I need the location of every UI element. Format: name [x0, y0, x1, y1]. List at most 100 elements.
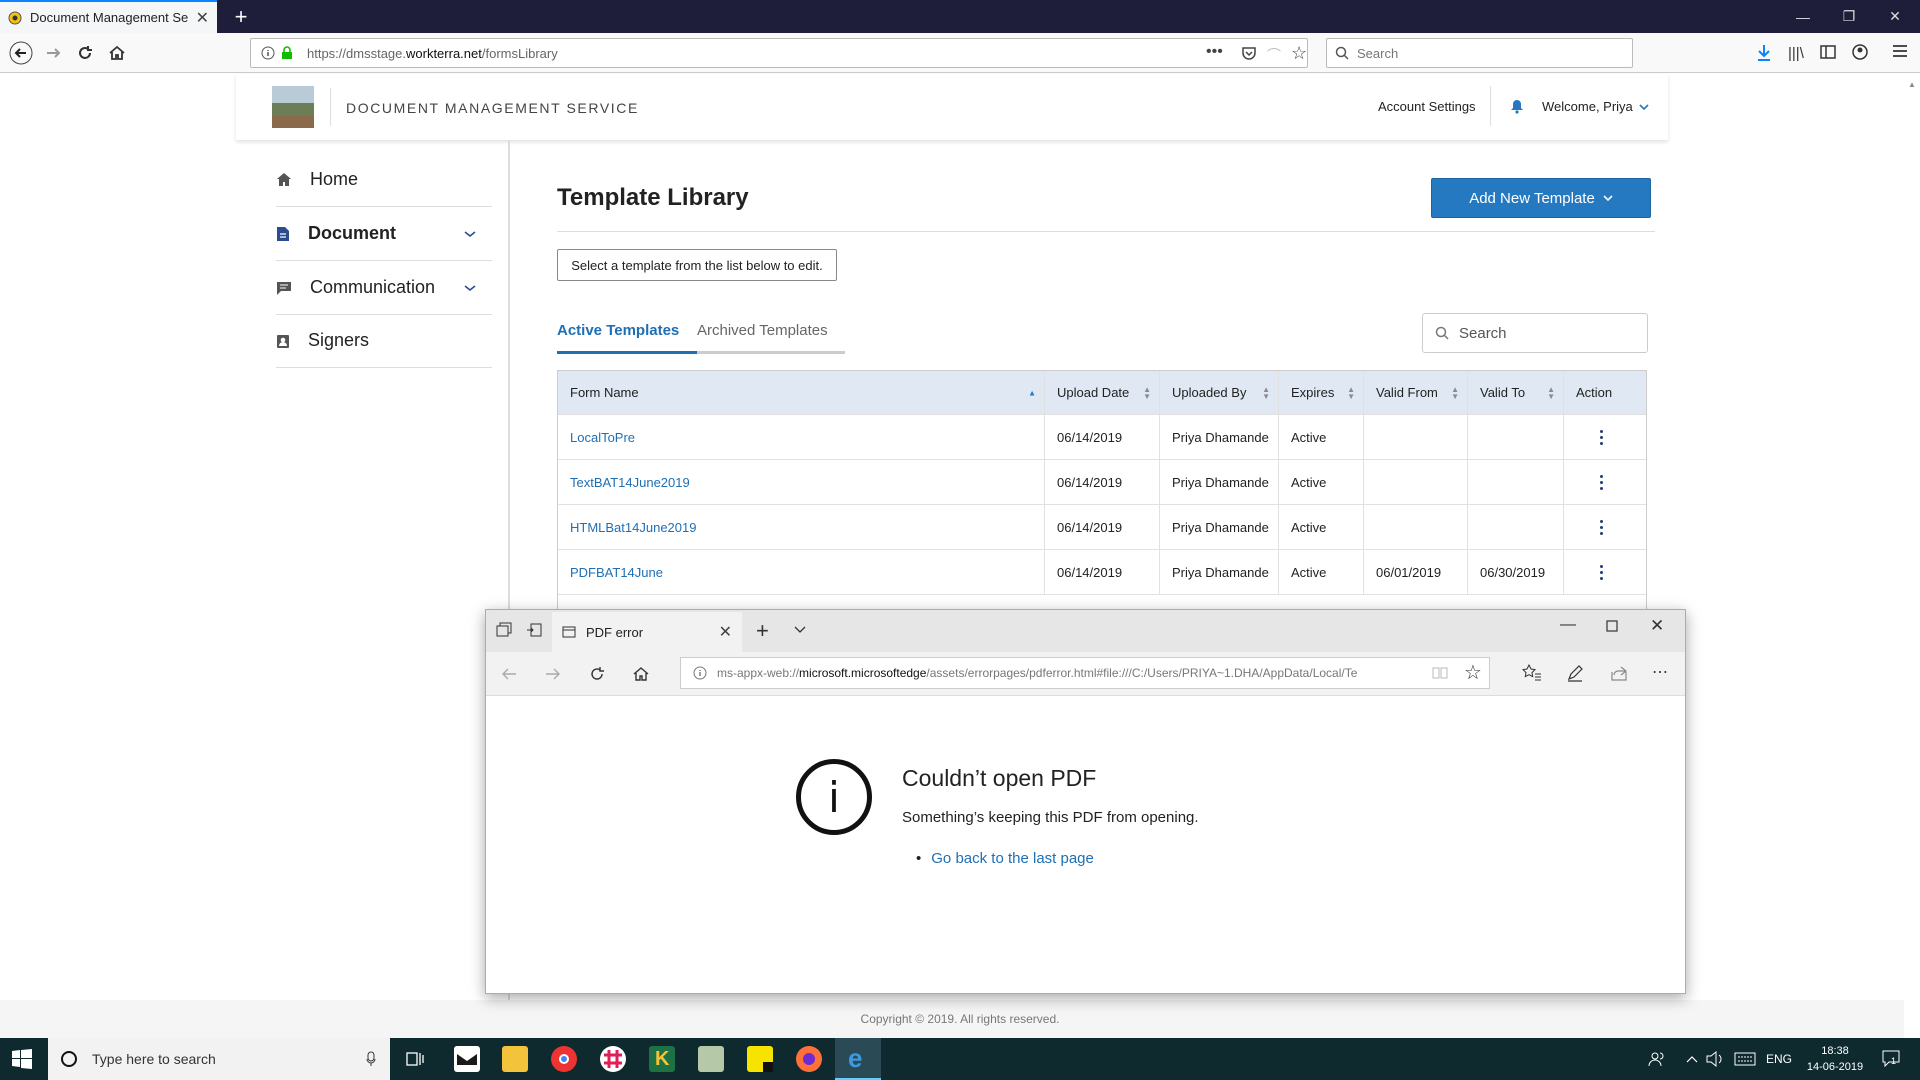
share-icon[interactable]	[1610, 664, 1628, 682]
row-actions-kebab-icon[interactable]	[1600, 429, 1603, 445]
keyboard-icon[interactable]	[1734, 1038, 1756, 1080]
account-settings-link[interactable]: Account Settings	[1378, 99, 1476, 114]
sticky-notes-icon[interactable]	[747, 1046, 773, 1072]
web-note-pen-icon[interactable]	[1566, 664, 1584, 682]
favorite-star-icon[interactable]: ☆	[1464, 660, 1482, 685]
close-tab-icon[interactable]: ✕	[719, 622, 732, 642]
k-app-icon[interactable]: K	[649, 1046, 675, 1072]
url-bar[interactable]: https://dmsstage.workterra.net/formsLibr…	[250, 38, 1308, 68]
set-aside-tabs-icon[interactable]	[496, 622, 512, 638]
favorites-list-icon[interactable]	[1522, 664, 1542, 682]
edge-taskbar-icon[interactable]: e	[835, 1038, 881, 1080]
sort-icon[interactable]: ▲ ▼	[1451, 385, 1459, 400]
col-header-uploaded-by[interactable]: Uploaded By ▲ ▼	[1160, 371, 1279, 414]
microphone-icon[interactable]	[366, 1051, 376, 1067]
edge-back-icon[interactable]	[500, 666, 518, 682]
notification-bell-icon[interactable]	[1510, 99, 1524, 114]
search-icon	[1335, 46, 1349, 60]
close-window-icon[interactable]: ✕	[1872, 0, 1918, 33]
edge-forward-icon[interactable]	[544, 666, 562, 682]
firefox-icon[interactable]	[796, 1046, 822, 1072]
restore-icon[interactable]: ❐	[1826, 0, 1872, 33]
tab-preview-chevron-icon[interactable]	[794, 626, 806, 634]
sort-icon[interactable]: ▲ ▼	[1262, 385, 1270, 400]
mail-app-icon[interactable]	[454, 1046, 480, 1072]
col-header-valid-to[interactable]: Valid To ▲ ▼	[1468, 371, 1564, 414]
reader-icon[interactable]: ⌒	[1267, 45, 1281, 65]
sort-asc-icon[interactable]: ▲	[1028, 389, 1036, 397]
action-center-icon[interactable]: 1	[1882, 1049, 1900, 1067]
go-back-link[interactable]: Go back to the last page	[931, 850, 1094, 867]
form-name-link[interactable]: PDFBAT14June	[570, 565, 663, 580]
bookmark-star-icon[interactable]: ☆	[1291, 43, 1307, 64]
tab-active-templates[interactable]: Active Templates	[557, 322, 697, 354]
reading-view-icon[interactable]	[1432, 666, 1448, 680]
sort-icon[interactable]: ▲ ▼	[1143, 385, 1151, 400]
row-actions-kebab-icon[interactable]	[1600, 474, 1603, 490]
tray-expand-icon[interactable]	[1686, 1038, 1698, 1080]
page-scrollbar[interactable]: ▲	[1904, 74, 1920, 1038]
edge-close-icon[interactable]: ✕	[1650, 616, 1664, 636]
back-icon[interactable]	[6, 38, 36, 68]
sort-icon[interactable]: ▲ ▼	[1347, 385, 1355, 400]
sidebar-item-home[interactable]: Home	[276, 153, 492, 207]
sidebar-item-communication[interactable]: Communication	[276, 261, 492, 315]
browser-search-input[interactable]: Search	[1326, 38, 1633, 68]
edge-more-icon[interactable]: ⋯	[1652, 662, 1668, 682]
forward-icon[interactable]	[38, 38, 68, 68]
edge-refresh-icon[interactable]	[588, 665, 606, 683]
tab-archived-templates[interactable]: Archived Templates	[697, 322, 845, 354]
form-name-link[interactable]: TextBAT14June2019	[570, 475, 690, 490]
add-new-template-button[interactable]: Add New Template	[1431, 178, 1651, 218]
menu-hamburger-icon[interactable]	[1892, 44, 1908, 58]
edge-tab[interactable]: PDF error ✕	[552, 612, 742, 652]
row-actions-kebab-icon[interactable]	[1600, 564, 1603, 580]
home-icon[interactable]	[102, 38, 132, 68]
pocket-icon[interactable]	[1241, 45, 1257, 61]
language-indicator[interactable]: ENG	[1766, 1038, 1792, 1080]
file-explorer-icon[interactable]	[502, 1046, 528, 1072]
template-search-input[interactable]: Search	[1422, 313, 1648, 353]
sidebar-item-signers[interactable]: Signers	[276, 314, 492, 368]
expires: Active	[1279, 505, 1364, 549]
row-actions-kebab-icon[interactable]	[1600, 519, 1603, 535]
green-app-icon[interactable]	[698, 1046, 724, 1072]
col-header-expires[interactable]: Expires ▲ ▼	[1279, 371, 1364, 414]
slack-icon[interactable]	[600, 1046, 626, 1072]
new-tab-plus-icon[interactable]: +	[756, 618, 769, 644]
library-icon[interactable]: |||\	[1788, 45, 1804, 62]
col-header-upload-date[interactable]: Upload Date ▲ ▼	[1045, 371, 1160, 414]
sidebar-item-document[interactable]: Document	[276, 207, 492, 261]
user-menu[interactable]: Welcome, Priya	[1542, 99, 1649, 114]
reload-icon[interactable]	[70, 38, 100, 68]
tab-close-icon[interactable]: ✕	[196, 8, 209, 28]
sort-icon[interactable]: ▲ ▼	[1547, 385, 1555, 400]
info-icon[interactable]	[261, 46, 275, 60]
chrome-icon[interactable]	[551, 1046, 577, 1072]
taskbar-clock[interactable]: 18:38 14-06-2019	[1800, 1043, 1870, 1075]
windows-start-icon[interactable]	[12, 1049, 32, 1069]
task-view-icon[interactable]	[406, 1050, 424, 1068]
chevron-down-icon[interactable]	[464, 284, 476, 292]
form-name-link[interactable]: HTMLBat14June2019	[570, 520, 696, 535]
sidebar-toggle-icon[interactable]	[1820, 45, 1836, 59]
edge-minimize-icon[interactable]: —	[1560, 616, 1576, 634]
scroll-up-icon[interactable]: ▲	[1908, 80, 1916, 89]
new-tab-plus-icon[interactable]: +	[226, 0, 256, 33]
minimize-icon[interactable]: —	[1780, 0, 1826, 33]
downloads-icon[interactable]	[1756, 44, 1772, 62]
form-name-link[interactable]: LocalToPre	[570, 430, 635, 445]
edge-maximize-icon[interactable]	[1606, 620, 1618, 632]
browser-tab[interactable]: Document Management Servic ✕	[0, 0, 217, 33]
people-icon[interactable]	[1648, 1038, 1666, 1080]
volume-icon[interactable]	[1706, 1038, 1724, 1080]
col-header-valid-from[interactable]: Valid From ▲ ▼	[1364, 371, 1468, 414]
col-header-form-name[interactable]: Form Name ▲	[558, 371, 1045, 414]
chevron-down-icon[interactable]	[464, 230, 476, 238]
show-tabs-aside-icon[interactable]	[526, 622, 542, 638]
page-actions-icon[interactable]: •••	[1206, 43, 1223, 61]
edge-url-bar[interactable]: ms-appx-web://microsoft.microsoftedge/as…	[680, 657, 1490, 689]
account-icon[interactable]	[1852, 44, 1868, 60]
taskbar-search-input[interactable]: Type here to search	[48, 1038, 390, 1080]
edge-home-icon[interactable]	[632, 665, 650, 683]
